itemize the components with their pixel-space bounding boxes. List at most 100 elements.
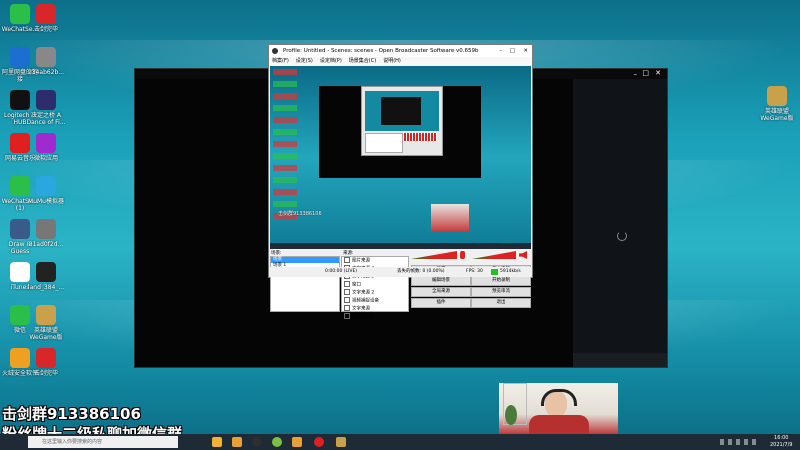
speaker-icon[interactable]	[519, 251, 527, 259]
desktop-icon-label: 决定之桥 A Dance of Fi...	[26, 112, 66, 126]
desktop-icon-label: 击剑完毕	[33, 370, 58, 377]
source-item[interactable]: 视频捕捉设备	[342, 297, 408, 305]
desktop-icon[interactable]: 决定之桥 A Dance of Fi...	[26, 90, 66, 126]
lol-icon	[767, 86, 787, 106]
taskbar-file-explorer-icon[interactable]	[212, 437, 222, 447]
app-icon	[36, 133, 56, 153]
file-icon	[36, 219, 56, 239]
desktop-icon[interactable]: 81ad0f2d...	[26, 219, 66, 248]
preview-webcam	[431, 204, 469, 232]
obs-menu-item[interactable]: 设定(S)	[296, 58, 313, 64]
taskbar-netease-icon[interactable]	[314, 437, 324, 447]
mic-icon[interactable]	[460, 251, 465, 259]
taskbar-app-icon[interactable]	[292, 437, 302, 447]
obs-titlebar: Profile: Untitled - Scenes: scenes - Ope…	[269, 45, 532, 57]
desktop-icon[interactable]: 234ab62b...	[26, 47, 66, 76]
obs-preview: 击剑群913386106	[270, 66, 531, 249]
preview-taskbar	[270, 243, 531, 249]
source-checkbox[interactable]	[344, 257, 350, 263]
sources-list[interactable]: 图片来源文字来源 4文字来源 3窗口文字来源 2视频捕捉设备文字来源游戏源获取	[341, 256, 409, 320]
lol-icon	[36, 305, 56, 325]
desktop-icon-right[interactable]: 英雄联盟 WeGame版	[757, 86, 797, 122]
obs-button[interactable]: 退出	[471, 298, 531, 308]
obs-button[interactable]: 预览串流	[471, 287, 531, 297]
obs-statusbar: 0:00:00 (LIVE) 丢失的帧数: 0 (0.00%) FPS: 30 …	[269, 267, 532, 277]
preview-desktop-icons	[273, 69, 297, 219]
obs-button[interactable]: 插件	[411, 298, 471, 308]
close-icon[interactable]: ✕	[655, 69, 661, 77]
desktop-icon-label: 81ad0f2d...	[28, 241, 64, 248]
source-checkbox[interactable]	[344, 305, 350, 311]
source-item[interactable]: 文字来源	[342, 305, 408, 313]
source-label: 视频捕捉设备	[352, 298, 379, 304]
loading-spinner-icon	[617, 231, 627, 241]
obs-title: Profile: Untitled - Scenes: scenes - Ope…	[283, 48, 479, 54]
desktop-icon-label: 击剑完毕	[33, 26, 58, 33]
source-label: 文字来源	[352, 306, 370, 312]
source-item[interactable]: 游戏源获取	[342, 313, 408, 321]
source-checkbox[interactable]	[344, 281, 350, 287]
bitrate-indicator-icon	[491, 269, 498, 275]
obs-button[interactable]: 编辑场景	[411, 276, 471, 286]
overlay-qq-group: 击剑群913386106	[2, 405, 141, 423]
chat-input-bar[interactable]	[573, 353, 667, 367]
obs-button[interactable]: 开始录制	[471, 276, 531, 286]
obs-button[interactable]: 全局来源	[411, 287, 471, 297]
chat-panel	[573, 79, 667, 367]
headphones-icon	[541, 389, 577, 406]
bitrate-readout: 5914kb/s	[500, 269, 521, 274]
taskbar: 在这里输入你要搜索的内容 16:00 2021/7/9	[0, 434, 800, 450]
desktop-icon[interactable]: land_384_...	[26, 262, 66, 291]
file-icon	[36, 47, 56, 67]
obs-menu-item[interactable]: 场景集合(C)	[349, 58, 376, 64]
tray-icons[interactable]	[720, 439, 760, 445]
taskbar-obs-icon[interactable]	[252, 437, 262, 447]
desktop-icon[interactable]: 微软应用	[26, 133, 66, 162]
preview-nested-window	[319, 86, 481, 178]
emulator-icon	[36, 176, 56, 196]
obs-menu-item[interactable]: 设定档(P)	[320, 58, 342, 64]
source-item[interactable]: 文字来源 2	[342, 289, 408, 297]
maximize-icon[interactable]: □	[642, 69, 649, 77]
taskbar-folder-icon[interactable]	[232, 437, 242, 447]
clock[interactable]: 16:00 2021/7/9	[770, 435, 792, 449]
obs-menu-item[interactable]: 档案(F)	[272, 58, 289, 64]
scenes-list[interactable]: 场景场景 1场景 2	[270, 256, 340, 312]
maximize-icon[interactable]: □	[510, 45, 515, 57]
fps-readout: FPS: 30	[466, 269, 483, 274]
taskbar-lol-icon[interactable]	[336, 437, 346, 447]
desktop-icon[interactable]: 英雄联盟 WeGame版	[26, 305, 66, 341]
source-item[interactable]: 窗口	[342, 281, 408, 289]
desktop-icon-label: 英雄联盟 WeGame版	[29, 327, 63, 341]
obs-menu-item[interactable]: 说明(H)	[383, 58, 401, 64]
obs-window[interactable]: Profile: Untitled - Scenes: scenes - Ope…	[268, 44, 533, 320]
source-checkbox[interactable]	[344, 289, 350, 295]
source-label: 图片来源	[352, 258, 370, 264]
source-checkbox[interactable]	[344, 297, 350, 303]
desktop-icon-label: 微信	[13, 327, 26, 334]
desktop-icon[interactable]: 击剑完毕	[26, 348, 66, 377]
mic-volume-meter[interactable]	[411, 251, 457, 259]
obs-menubar: 档案(F) 设定(S) 设定档(P) 场景集合(C) 说明(H)	[269, 57, 532, 66]
source-item[interactable]: 图片来源	[342, 257, 408, 265]
clock-time: 16:00	[774, 435, 789, 441]
desktop-icon-label: MuMu模拟器	[28, 198, 64, 205]
webcam-overlay	[499, 383, 618, 435]
desktop-icon[interactable]: MuMu模拟器	[26, 176, 66, 205]
desktop-icon-label: 234ab62b...	[27, 69, 65, 76]
close-icon[interactable]: ✕	[523, 45, 528, 57]
game-icon	[36, 90, 56, 110]
desktop-icon[interactable]: 击剑完毕	[26, 4, 66, 33]
clock-date: 2021/7/9	[770, 442, 793, 448]
source-checkbox[interactable]	[344, 313, 350, 319]
desktop-volume-meter[interactable]	[472, 251, 516, 259]
apk-icon	[36, 262, 56, 282]
preview-text: 击剑群913386106	[278, 211, 322, 217]
minimize-icon[interactable]: –	[634, 70, 638, 78]
source-label: 窗口	[352, 282, 361, 288]
obs-logo-icon	[272, 48, 278, 54]
taskbar-app-icon[interactable]	[272, 437, 282, 447]
search-box[interactable]: 在这里输入你要搜索的内容	[28, 436, 178, 448]
app-icon	[36, 348, 56, 368]
minimize-icon[interactable]: –	[499, 45, 502, 57]
